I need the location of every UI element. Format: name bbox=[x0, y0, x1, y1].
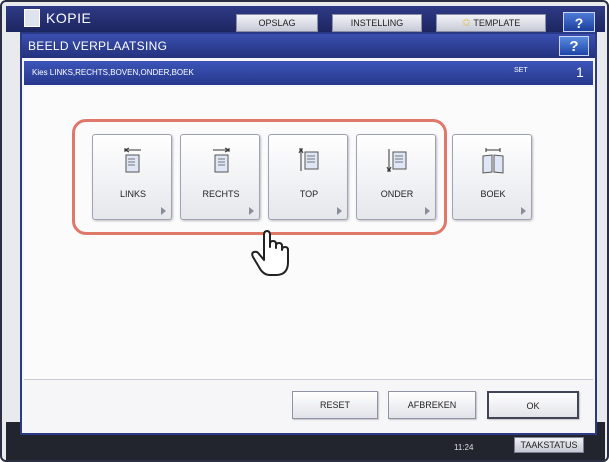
app-help-button[interactable]: ? bbox=[563, 12, 595, 32]
tab-instelling[interactable]: INSTELLING bbox=[332, 14, 422, 32]
onder-button[interactable]: ONDER bbox=[356, 134, 436, 220]
copy-icon bbox=[24, 9, 40, 27]
rechts-label: RECHTS bbox=[202, 189, 240, 199]
onder-label: ONDER bbox=[380, 189, 414, 199]
star-icon: ✩ bbox=[461, 17, 472, 29]
app-title: KOPIE bbox=[46, 10, 92, 26]
shift-right-icon bbox=[213, 147, 231, 173]
arrow-right-icon bbox=[425, 207, 430, 215]
arrow-right-icon bbox=[521, 207, 526, 215]
job-status-button[interactable]: TAAKSTATUS bbox=[514, 437, 584, 453]
instruction-text: Kies LINKS,RECHTS,BOVEN,ONDER,BOEK bbox=[32, 68, 194, 77]
reset-button[interactable]: RESET bbox=[292, 391, 378, 419]
image-shift-dialog: BEELD VERPLAATSING ? Kies LINKS,RECHTS,B… bbox=[20, 32, 597, 435]
links-button[interactable]: LINKS bbox=[92, 134, 172, 220]
tab-template[interactable]: ✩ TEMPLATE bbox=[436, 14, 546, 32]
dialog-title-bar: BEELD VERPLAATSING ? bbox=[22, 34, 595, 58]
set-label: SET bbox=[514, 67, 528, 74]
divider bbox=[24, 379, 593, 380]
arrow-right-icon bbox=[337, 207, 342, 215]
cancel-button[interactable]: AFBREKEN bbox=[388, 391, 476, 419]
top-button[interactable]: TOP bbox=[268, 134, 348, 220]
tab-opslag[interactable]: OPSLAG bbox=[236, 14, 318, 32]
top-label: TOP bbox=[299, 189, 319, 199]
boek-label: BOEK bbox=[480, 189, 506, 199]
dialog-title: BEELD VERPLAATSING bbox=[28, 39, 168, 53]
arrow-right-icon bbox=[249, 207, 254, 215]
shift-top-icon bbox=[298, 147, 319, 171]
hand-pointer-icon bbox=[251, 230, 289, 276]
shift-bottom-icon bbox=[386, 149, 407, 173]
arrow-right-icon bbox=[161, 207, 166, 215]
help-button[interactable]: ? bbox=[559, 36, 589, 56]
boek-button[interactable]: BOEK bbox=[452, 134, 532, 220]
set-count: 1 bbox=[576, 64, 584, 80]
rechts-button[interactable]: RECHTS bbox=[180, 134, 260, 220]
instruction-bar: Kies LINKS,RECHTS,BOVEN,ONDER,BOEK SET 1 bbox=[24, 61, 593, 85]
links-label: LINKS bbox=[119, 189, 146, 199]
clock-time: 11:24 bbox=[454, 443, 474, 452]
shift-left-icon bbox=[123, 147, 141, 173]
device-screen: KOPIE OPSLAG INSTELLING ✩ TEMPLATE ? 11:… bbox=[0, 0, 609, 462]
ok-button[interactable]: OK bbox=[487, 391, 579, 419]
tab-template-label: TEMPLATE bbox=[473, 18, 521, 28]
book-icon bbox=[482, 148, 504, 174]
app-top-bar: KOPIE OPSLAG INSTELLING ✩ TEMPLATE ? bbox=[6, 6, 605, 32]
